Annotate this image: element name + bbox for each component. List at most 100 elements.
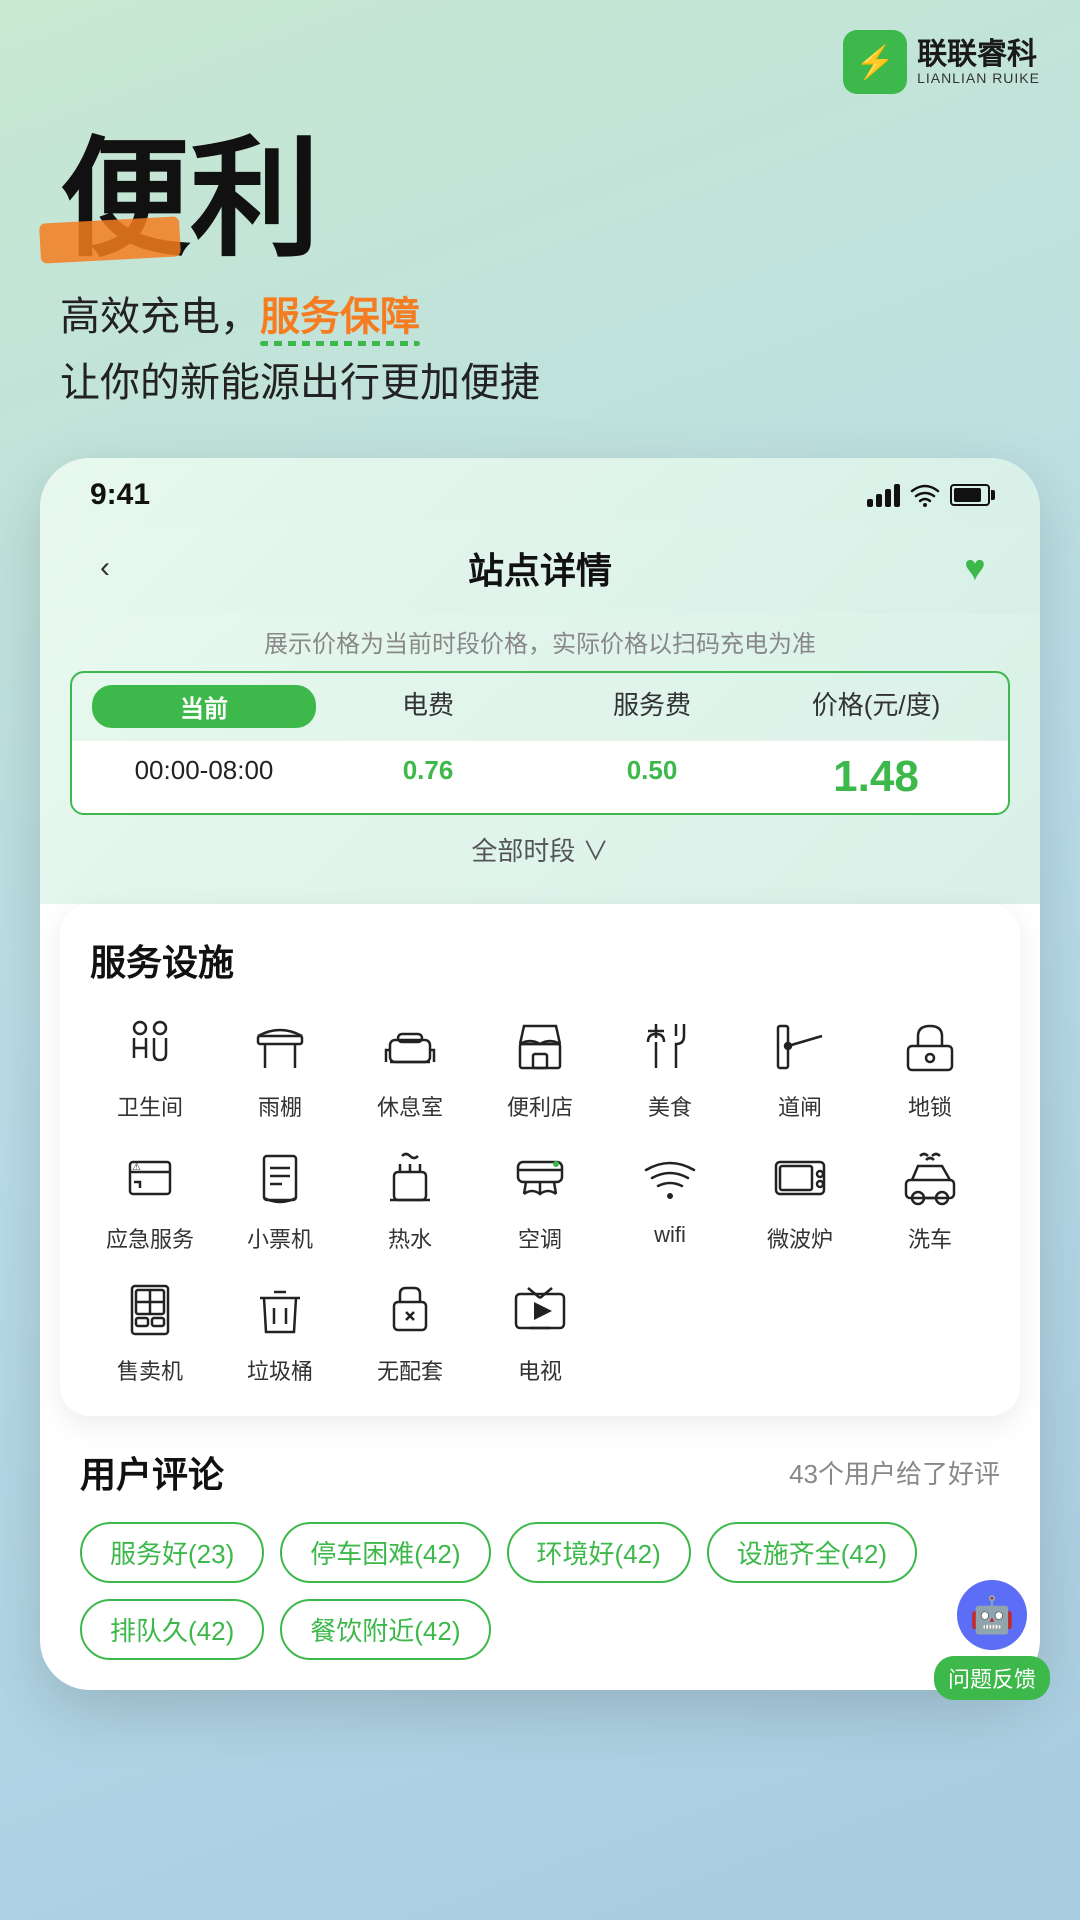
vending-icon bbox=[114, 1274, 186, 1346]
carwash-icon bbox=[894, 1142, 966, 1214]
wc-label: 卫生间 bbox=[117, 1090, 183, 1122]
price-table: 当前 电费 服务费 价格(元/度) 00:00-08:00 0.76 0.50 … bbox=[70, 671, 1010, 815]
service-wc[interactable]: 卫生间 bbox=[90, 1010, 210, 1122]
wc-icon bbox=[114, 1010, 186, 1082]
tag-0[interactable]: 服务好(23) bbox=[80, 1522, 264, 1583]
hero-desc: 让你的新能源出行更加便捷 bbox=[60, 350, 1020, 408]
brand-logo: ⚡ 联联睿科 LIANLIAN RUIKE bbox=[843, 30, 1040, 94]
lounge-label: 休息室 bbox=[377, 1090, 443, 1122]
robot-icon: 🤖 bbox=[957, 1580, 1027, 1650]
status-time: 9:41 bbox=[90, 478, 150, 512]
hero-title: 便利 bbox=[60, 134, 1020, 264]
vending-label: 售卖机 bbox=[117, 1354, 183, 1386]
service-receipt[interactable]: 小票机 bbox=[220, 1142, 340, 1254]
wifi-icon bbox=[910, 483, 940, 507]
comments-title: 用户评论 bbox=[80, 1446, 224, 1498]
ac-label: 空调 bbox=[518, 1222, 562, 1254]
gate-icon bbox=[764, 1010, 836, 1082]
phone-mockup: 9:41 ‹ 站点详情 ♥ bbox=[40, 458, 1040, 1690]
wifi-service-icon bbox=[634, 1142, 706, 1214]
service-tv[interactable]: 电视 bbox=[480, 1274, 600, 1386]
service-none[interactable]: 无配套 bbox=[350, 1274, 470, 1386]
canopy-icon bbox=[244, 1010, 316, 1082]
microwave-icon bbox=[764, 1142, 836, 1214]
tag-5[interactable]: 餐饮附近(42) bbox=[280, 1599, 490, 1660]
service-col: 0.50 bbox=[540, 755, 764, 799]
wifi-label: wifi bbox=[654, 1222, 686, 1248]
current-badge-cell: 当前 bbox=[92, 685, 316, 728]
all-periods-button[interactable]: 全部时段 ∨ bbox=[70, 815, 1010, 884]
trash-label: 垃圾桶 bbox=[247, 1354, 313, 1386]
store-label: 便利店 bbox=[507, 1090, 573, 1122]
tag-3[interactable]: 设施齐全(42) bbox=[707, 1522, 917, 1583]
store-icon bbox=[504, 1010, 576, 1082]
comments-tags: 服务好(23) 停车困难(42) 环境好(42) 设施齐全(42) 排队久(42… bbox=[80, 1522, 1000, 1660]
canopy-label: 雨棚 bbox=[258, 1090, 302, 1122]
current-badge: 当前 bbox=[92, 685, 316, 728]
service-microwave[interactable]: 微波炉 bbox=[740, 1142, 860, 1254]
service-store[interactable]: 便利店 bbox=[480, 1010, 600, 1122]
svg-text:⚠: ⚠ bbox=[132, 1162, 141, 1173]
tag-4[interactable]: 排队久(42) bbox=[80, 1599, 264, 1660]
service-carwash[interactable]: 洗车 bbox=[870, 1142, 990, 1254]
service-emergency[interactable]: ⚠ 应急服务 bbox=[90, 1142, 210, 1254]
service-canopy[interactable]: 雨棚 bbox=[220, 1010, 340, 1122]
time-col: 00:00-08:00 bbox=[92, 755, 316, 799]
carwash-label: 洗车 bbox=[908, 1222, 952, 1254]
orange-decoration bbox=[39, 216, 181, 263]
comments-header: 用户评论 43个用户给了好评 bbox=[80, 1446, 1000, 1498]
elec-header: 电费 bbox=[316, 685, 540, 728]
brand-name-en: LIANLIAN RUIKE bbox=[917, 71, 1040, 86]
elec-col: 0.76 bbox=[316, 755, 540, 799]
none-icon bbox=[374, 1274, 446, 1346]
status-bar: 9:41 bbox=[40, 458, 1040, 522]
top-bar: ⚡ 联联睿科 LIANLIAN RUIKE bbox=[0, 0, 1080, 104]
comments-count: 43个用户给了好评 bbox=[789, 1454, 1000, 1491]
hotwater-icon bbox=[374, 1142, 446, 1214]
status-icons bbox=[867, 483, 990, 507]
tag-2[interactable]: 环境好(42) bbox=[507, 1522, 691, 1583]
brand-icon: ⚡ bbox=[843, 30, 907, 94]
lounge-icon bbox=[374, 1010, 446, 1082]
price-row: 00:00-08:00 0.76 0.50 1.48 bbox=[72, 740, 1008, 813]
hero-highlight: 服务保障 bbox=[260, 284, 420, 342]
gate-label: 道闸 bbox=[778, 1090, 822, 1122]
none-label: 无配套 bbox=[377, 1354, 443, 1386]
food-icon bbox=[634, 1010, 706, 1082]
microwave-label: 微波炉 bbox=[767, 1222, 833, 1254]
price-notice: 展示价格为当前时段价格，实际价格以扫码充电为准 bbox=[70, 624, 1010, 659]
feedback-label: 问题反馈 bbox=[934, 1656, 1050, 1700]
tv-label: 电视 bbox=[518, 1354, 562, 1386]
page-title: 站点详情 bbox=[468, 542, 612, 594]
hero-section: 便利 高效充电，服务保障 让你的新能源出行更加便捷 bbox=[0, 104, 1080, 428]
back-button[interactable]: ‹ bbox=[80, 543, 130, 593]
food-label: 美食 bbox=[648, 1090, 692, 1122]
tag-1[interactable]: 停车困难(42) bbox=[280, 1522, 490, 1583]
brand-text: 联联睿科 LIANLIAN RUIKE bbox=[917, 38, 1040, 86]
comments-section: 用户评论 43个用户给了好评 服务好(23) 停车困难(42) 环境好(42) … bbox=[40, 1416, 1040, 1690]
feedback-button[interactable]: 🤖 问题反馈 bbox=[934, 1580, 1050, 1700]
service-food[interactable]: 美食 bbox=[610, 1010, 730, 1122]
service-wifi[interactable]: wifi bbox=[610, 1142, 730, 1254]
service-hotwater[interactable]: 热水 bbox=[350, 1142, 470, 1254]
price-header: 价格(元/度) bbox=[764, 685, 988, 728]
brand-name-zh: 联联睿科 bbox=[917, 38, 1040, 71]
ac-icon bbox=[504, 1142, 576, 1214]
hero-subtitle: 高效充电，服务保障 bbox=[60, 284, 1020, 342]
service-vending[interactable]: 售卖机 bbox=[90, 1274, 210, 1386]
service-lounge[interactable]: 休息室 bbox=[350, 1010, 470, 1122]
tv-icon bbox=[504, 1274, 576, 1346]
hotwater-label: 热水 bbox=[388, 1222, 432, 1254]
emergency-icon: ⚠ bbox=[114, 1142, 186, 1214]
services-title: 服务设施 bbox=[90, 934, 990, 986]
service-ac[interactable]: 空调 bbox=[480, 1142, 600, 1254]
service-header: 服务费 bbox=[540, 685, 764, 728]
lock-icon bbox=[894, 1010, 966, 1082]
service-gate[interactable]: 道闸 bbox=[740, 1010, 860, 1122]
price-section: 展示价格为当前时段价格，实际价格以扫码充电为准 当前 电费 服务费 价格(元/度… bbox=[40, 614, 1040, 904]
signal-icon bbox=[867, 484, 900, 507]
service-trash[interactable]: 垃圾桶 bbox=[220, 1274, 340, 1386]
services-grid: 卫生间 雨棚 bbox=[90, 1010, 990, 1386]
favorite-button[interactable]: ♥ bbox=[950, 543, 1000, 593]
service-lock[interactable]: 地锁 bbox=[870, 1010, 990, 1122]
